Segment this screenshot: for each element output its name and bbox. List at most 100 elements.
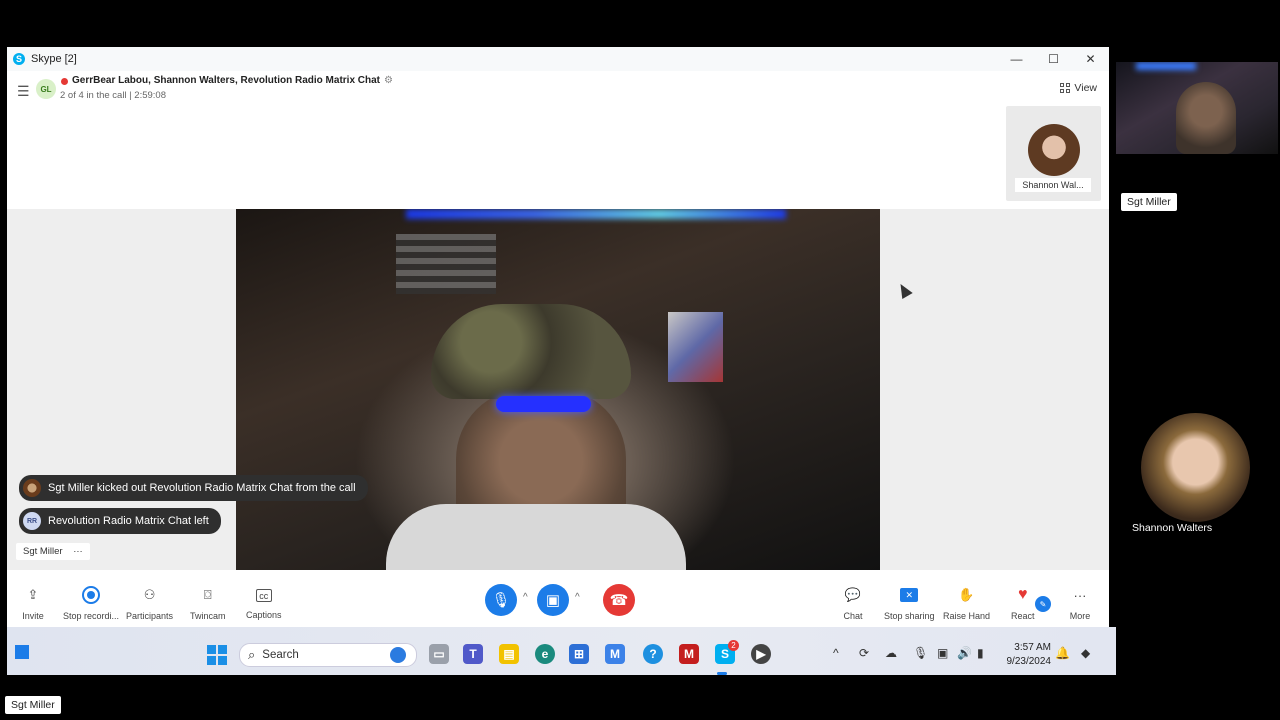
mcafee-app-icon[interactable]: M [605,644,625,664]
video-stage: Sgt Miller kicked out Revolution Radio M… [7,209,1109,570]
view-button[interactable]: View [1060,82,1097,94]
twincam-icon: ⌼ [203,587,212,602]
invite-label: Invite [22,611,44,621]
maximize-button[interactable]: ☐ [1035,47,1072,71]
skype-notification-badge: 2 [728,640,739,651]
phone-hangup-icon: ☎ [609,592,629,609]
participant-avatar [1141,413,1250,522]
show-hidden-icons-chevron-icon[interactable]: ^ [833,646,839,660]
self-camera-feed [1116,62,1278,154]
more-options-icon[interactable]: ··· [73,546,83,557]
taskbar-search-box[interactable]: ⌕ Search [239,643,417,667]
conversation-avatar[interactable]: GL [36,79,56,99]
captions-label: Captions [246,610,282,620]
chat-button[interactable]: 💬 Chat [842,570,864,627]
participant-thumbnail-avatar [1028,124,1080,176]
participant-thumbnail-name: Shannon Wal... [1015,178,1091,192]
task-view-icon[interactable]: ▭ [429,644,449,664]
windows-start-icon[interactable] [207,645,227,665]
twincam-button[interactable]: ⌼ Twincam [190,570,226,627]
participants-icon: ⚇ [143,587,156,602]
sync-icon[interactable]: ⟳ [859,646,869,660]
media-player-icon[interactable]: ▶ [751,644,771,664]
share-upload-icon: ⇪ [27,587,39,602]
edit-pencil-icon: ✎ [1035,596,1051,612]
heart-icon: ♥ [1018,586,1028,603]
notification-left: RR Revolution Radio Matrix Chat left [19,508,221,534]
stop-recording-label: Stop recordi... [63,611,120,621]
search-placeholder: Search [262,649,299,661]
minimize-button[interactable]: — [998,47,1035,71]
participant-thumbnail[interactable]: Shannon Wal... [1006,106,1101,201]
video-camera-icon: ▣ [545,592,561,609]
mcafee-shield-icon[interactable]: M [679,644,699,664]
conversation-title[interactable]: GerrBear Labou, Shannon Walters, Revolut… [72,75,393,86]
mic-options-chevron-icon[interactable]: ^ [523,592,528,603]
window-title: Skype [2] [31,53,77,65]
raise-hand-button[interactable]: ✋ Raise Hand [943,570,990,627]
microphone-button[interactable]: 🎙 [485,584,517,616]
hang-up-button[interactable]: ☎ [603,584,635,616]
presenter-name-tag[interactable]: Sgt Miller ··· [16,543,90,560]
invite-button[interactable]: ⇪ Invite [22,570,44,627]
camera-options-chevron-icon[interactable]: ^ [575,592,580,603]
notification-avatar: RR [23,512,41,530]
microphone-tray-icon[interactable]: 🎙 [913,646,928,660]
skype-logo-icon: S [13,53,25,65]
captions-button[interactable]: cc Captions [246,570,282,627]
conversation-title-text: GerrBear Labou, Shannon Walters, Revolut… [72,75,381,86]
participant-name: Shannon Walters [1132,522,1213,534]
react-button[interactable]: ♥ ✎ React [1011,570,1051,627]
notification-avatar [23,479,41,497]
notification-text: Sgt Miller kicked out Revolution Radio M… [48,482,356,494]
more-dots-icon: ··· [1073,587,1087,603]
presenter-name: Sgt Miller [23,546,63,557]
mouse-cursor-icon [895,280,913,300]
help-icon[interactable]: ? [643,644,663,664]
cloud-icon[interactable]: ☁ [885,646,897,660]
search-highlight-icon [390,647,406,663]
edge-browser-icon[interactable]: e [535,644,555,664]
grid-view-icon [1060,83,1070,93]
clock-date: 9/23/2024 [1006,656,1052,667]
settings-gear-icon[interactable]: ⚙ [384,75,393,86]
participants-button[interactable]: ⚇ Participants [126,570,173,627]
captions-icon: cc [255,589,272,602]
view-label: View [1074,82,1097,94]
search-icon: ⌕ [248,647,256,662]
volume-icon[interactable]: 🔊 [957,646,972,660]
stop-sharing-button[interactable]: ✕ Stop sharing [884,570,935,627]
stop-sharing-label: Stop sharing [884,611,935,621]
skype-window: S Skype [2] — ☐ ✕ ☰ GL GerrBear Labou, S… [7,47,1109,627]
teams-icon[interactable]: T [463,644,483,664]
network-icon[interactable]: ▣ [937,646,948,660]
call-status: 2 of 4 in the call | 2:59:08 [60,90,166,101]
taskbar-clock[interactable]: 3:57 AM 9/23/2024 [1001,641,1052,669]
notification-kicked: Sgt Miller kicked out Revolution Radio M… [19,475,368,501]
recording-indicator-icon [61,78,68,85]
call-header: ☰ GL GerrBear Labou, Shannon Walters, Re… [7,71,1109,209]
close-button[interactable]: ✕ [1072,47,1109,71]
camera-button[interactable]: ▣ [537,584,569,616]
battery-icon[interactable]: ▮ [977,646,984,660]
react-label: React [1011,611,1035,621]
twincam-label: Twincam [190,611,226,621]
widgets-icon[interactable] [15,645,29,659]
file-explorer-icon[interactable]: ▤ [499,644,519,664]
notification-bell-icon[interactable]: 🔔 [1055,646,1070,660]
bottom-name-tag: Sgt Miller [5,696,61,714]
record-icon [80,584,102,606]
more-button[interactable]: ··· More [1069,570,1091,627]
stop-sharing-icon: ✕ [898,584,920,606]
copilot-icon[interactable]: ◆ [1081,646,1090,660]
active-app-indicator [717,672,727,675]
notification-text: Revolution Radio Matrix Chat left [48,515,209,527]
menu-icon[interactable]: ☰ [17,83,30,100]
call-toolbar: ⇪ Invite Stop recordi... ⚇ Participants … [7,570,1109,627]
raise-hand-label: Raise Hand [943,611,991,621]
stop-recording-button[interactable]: Stop recordi... [63,570,119,627]
chat-bubble-icon: 💬 [844,587,862,602]
camera-name-tag: Sgt Miller [1121,193,1177,211]
microsoft-store-icon[interactable]: ⊞ [569,644,589,664]
hand-icon: ✋ [958,587,975,602]
